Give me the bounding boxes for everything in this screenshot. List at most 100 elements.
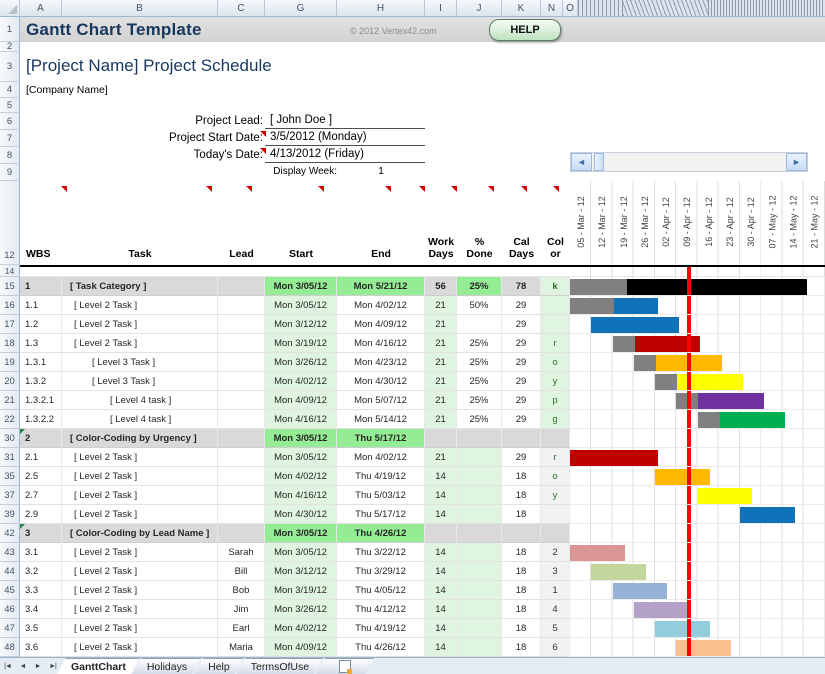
gantt-row-area[interactable] (570, 562, 825, 581)
row-header-43[interactable]: 43 (0, 543, 20, 562)
end-cell[interactable]: Mon 4/30/12 (337, 372, 425, 391)
lead-cell[interactable]: Maria (218, 638, 265, 657)
cal-cell[interactable]: 29 (502, 315, 541, 334)
task-cell[interactable]: [ Level 2 Task ] (62, 334, 218, 353)
work-cell[interactable]: 14 (425, 581, 457, 600)
start-cell[interactable]: Mon 3/05/12 (265, 524, 337, 543)
row-header-20[interactable]: 20 (0, 372, 20, 391)
row-header-19[interactable]: 19 (0, 353, 20, 372)
row-header-3[interactable]: 3 (0, 52, 20, 82)
start-cell[interactable]: Mon 4/09/12 (265, 638, 337, 657)
row-header-45[interactable]: 45 (0, 581, 20, 600)
color-cell[interactable]: r (541, 448, 570, 467)
row-header-39[interactable]: 39 (0, 505, 20, 524)
scrollbar-thumb[interactable] (594, 153, 604, 171)
cal-cell[interactable]: 29 (502, 391, 541, 410)
start-cell[interactable]: Mon 3/05/12 (265, 296, 337, 315)
gantt-row-area[interactable] (570, 429, 825, 448)
pct-cell[interactable] (457, 315, 502, 334)
hidden-columns-header[interactable] (578, 0, 623, 17)
work-cell[interactable]: 56 (425, 277, 457, 296)
cal-cell[interactable]: 18 (502, 600, 541, 619)
row-header-2[interactable]: 2 (0, 42, 20, 52)
task-cell[interactable]: [ Level 4 task ] (62, 410, 218, 429)
lead-cell[interactable]: Bill (218, 562, 265, 581)
lead-cell[interactable] (218, 486, 265, 505)
row-header-47[interactable]: 47 (0, 619, 20, 638)
gantt-row-area[interactable] (570, 296, 825, 315)
column-header-K[interactable]: K (502, 0, 541, 17)
help-button[interactable]: HELP (489, 19, 561, 41)
work-cell[interactable]: 14 (425, 505, 457, 524)
row-header-16[interactable]: 16 (0, 296, 20, 315)
field-value[interactable]: 4/13/2012 (Friday) (265, 147, 425, 163)
lead-cell[interactable] (218, 353, 265, 372)
cal-cell[interactable]: 18 (502, 486, 541, 505)
start-cell[interactable]: Mon 3/26/12 (265, 353, 337, 372)
lead-cell[interactable]: Jim (218, 600, 265, 619)
scroll-left-arrow-icon[interactable]: ◄ (571, 153, 592, 171)
gantt-row-area[interactable] (570, 334, 825, 353)
gantt-row-area[interactable] (570, 467, 825, 486)
end-cell[interactable]: Mon 4/09/12 (337, 315, 425, 334)
wbs-cell[interactable]: 1.3.2 (20, 372, 62, 391)
wbs-cell[interactable]: 1.1 (20, 296, 62, 315)
end-cell[interactable]: Thu 3/22/12 (337, 543, 425, 562)
row-header-48[interactable]: 48 (0, 638, 20, 657)
wbs-cell[interactable]: 3.4 (20, 600, 62, 619)
insert-worksheet-tab[interactable] (316, 658, 374, 674)
cal-cell[interactable]: 29 (502, 372, 541, 391)
row-header-42[interactable]: 42 (0, 524, 20, 543)
row-header-37[interactable]: 37 (0, 486, 20, 505)
lead-cell[interactable] (218, 505, 265, 524)
task-cell[interactable]: [ Level 2 Task ] (62, 638, 218, 657)
lead-cell[interactable] (218, 372, 265, 391)
work-cell[interactable]: 14 (425, 543, 457, 562)
work-cell[interactable]: 14 (425, 467, 457, 486)
work-cell[interactable]: 21 (425, 296, 457, 315)
color-cell[interactable]: 5 (541, 619, 570, 638)
task-cell[interactable]: [ Color-Coding by Urgency ] (62, 429, 218, 448)
end-cell[interactable]: Thu 5/17/12 (337, 505, 425, 524)
task-cell[interactable]: [ Level 2 Task ] (62, 562, 218, 581)
work-cell[interactable]: 21 (425, 315, 457, 334)
lead-cell[interactable]: Sarah (218, 543, 265, 562)
start-cell[interactable]: Mon 3/19/12 (265, 581, 337, 600)
wbs-cell[interactable]: 2.9 (20, 505, 62, 524)
row-header-18[interactable]: 18 (0, 334, 20, 353)
row-header-14[interactable]: 14 (0, 265, 20, 277)
end-cell[interactable]: Mon 4/02/12 (337, 448, 425, 467)
gantt-row-area[interactable] (570, 315, 825, 334)
start-cell[interactable]: Mon 4/09/12 (265, 391, 337, 410)
start-cell[interactable]: Mon 3/05/12 (265, 448, 337, 467)
color-cell[interactable]: 3 (541, 562, 570, 581)
end-cell[interactable]: Thu 4/26/12 (337, 524, 425, 543)
row-header-7[interactable]: 7 (0, 130, 20, 147)
end-cell[interactable]: Thu 4/12/12 (337, 600, 425, 619)
task-cell[interactable]: [ Level 2 Task ] (62, 581, 218, 600)
scrollbar-track[interactable] (604, 153, 786, 171)
last-sheet-button[interactable]: ►| (45, 658, 60, 674)
end-cell[interactable]: Thu 3/29/12 (337, 562, 425, 581)
lead-cell[interactable] (218, 524, 265, 543)
sheet-tab-help[interactable]: Help (194, 658, 244, 674)
lead-cell[interactable]: Earl (218, 619, 265, 638)
task-cell[interactable]: [ Level 2 Task ] (62, 448, 218, 467)
row-header-12[interactable]: 12 (0, 181, 20, 265)
cal-cell[interactable]: 18 (502, 638, 541, 657)
wbs-cell[interactable]: 3.1 (20, 543, 62, 562)
row-header-6[interactable]: 6 (0, 113, 20, 130)
work-cell[interactable]: 21 (425, 410, 457, 429)
work-cell[interactable]: 14 (425, 486, 457, 505)
task-cell[interactable]: [ Level 2 Task ] (62, 505, 218, 524)
wbs-cell[interactable]: 3.6 (20, 638, 62, 657)
wbs-cell[interactable]: 1.2 (20, 315, 62, 334)
pct-cell[interactable]: 50% (457, 296, 502, 315)
lead-cell[interactable] (218, 410, 265, 429)
work-cell[interactable]: 21 (425, 391, 457, 410)
pct-cell[interactable]: 25% (457, 353, 502, 372)
task-cell[interactable]: [ Level 2 Task ] (62, 600, 218, 619)
column-header-A[interactable]: A (20, 0, 62, 17)
start-cell[interactable]: Mon 4/16/12 (265, 410, 337, 429)
column-header-C[interactable]: C (218, 0, 265, 17)
